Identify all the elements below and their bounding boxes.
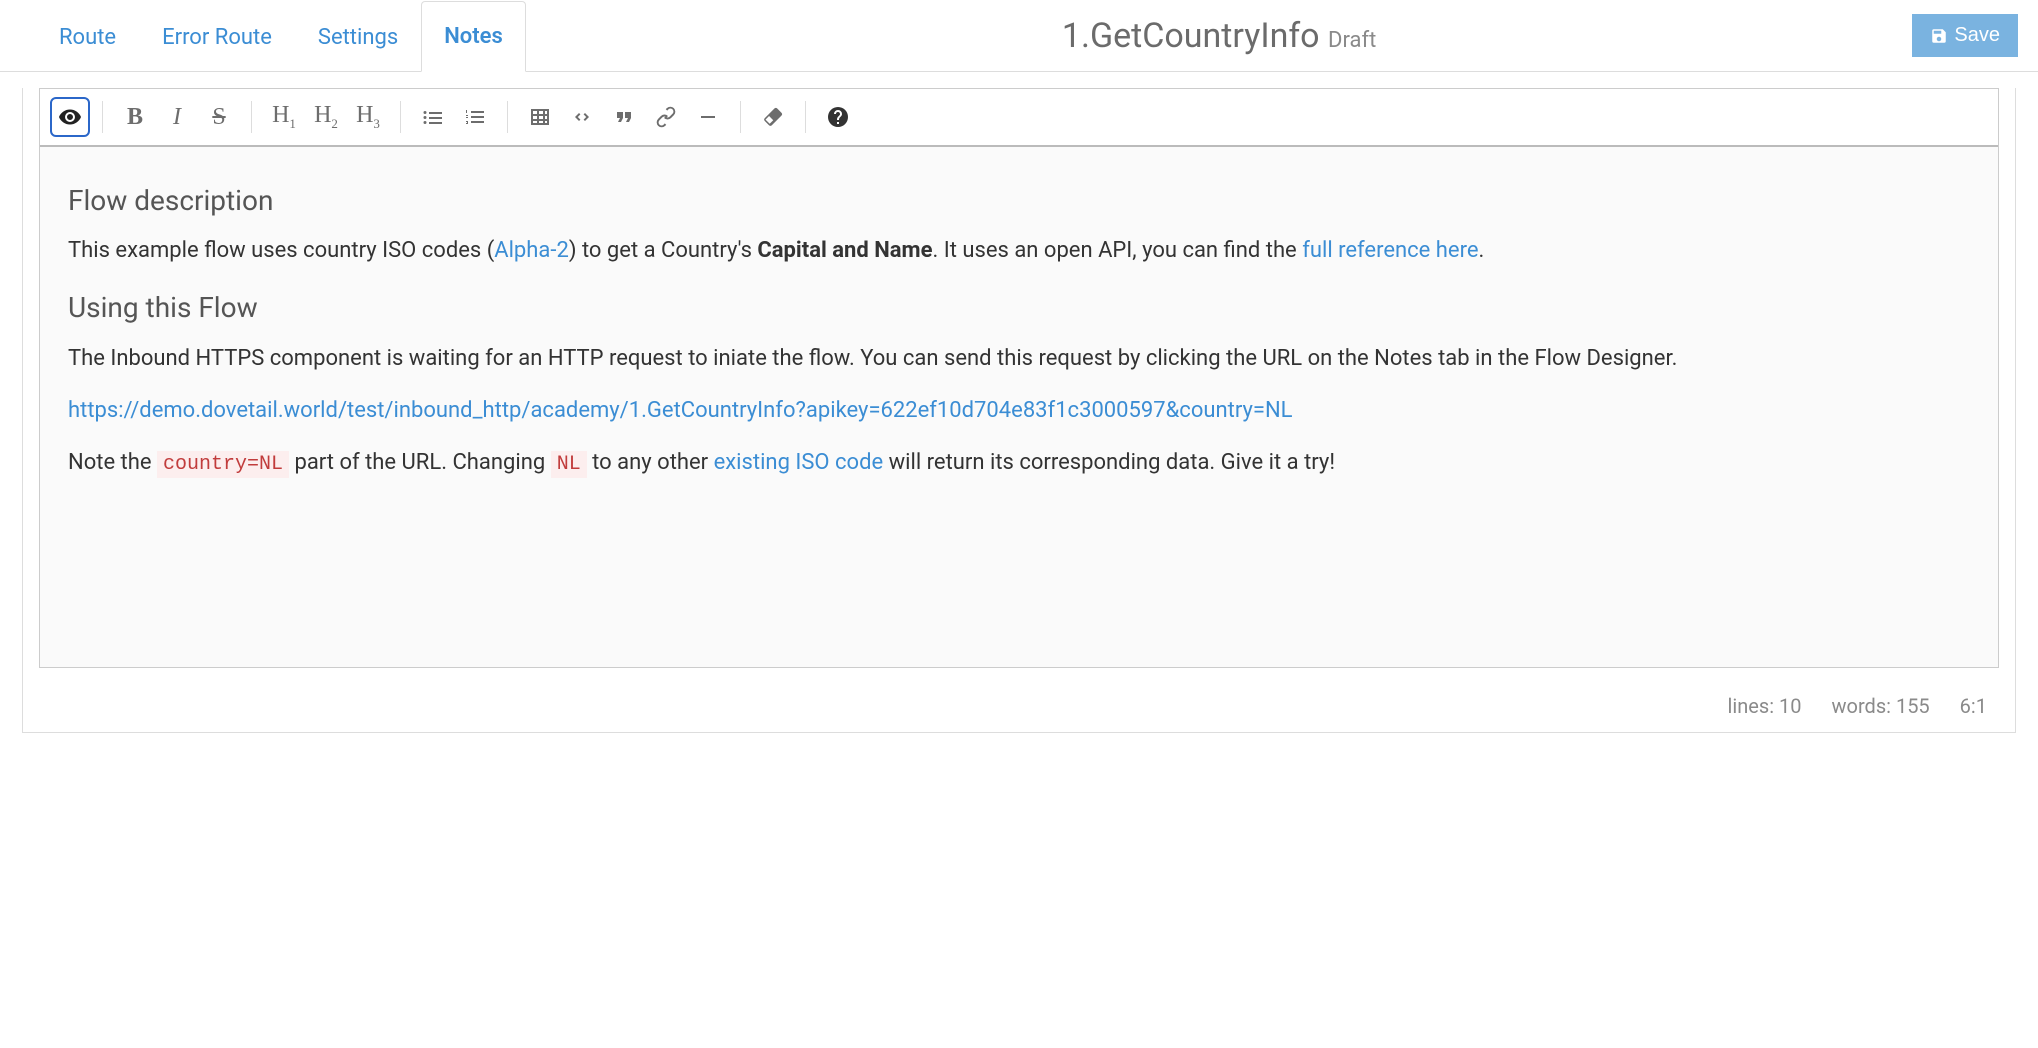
editor-content: Flow description This example flow uses … — [40, 147, 1998, 667]
eye-icon — [58, 105, 82, 129]
code-country-nl: country=NL — [157, 451, 289, 478]
link-full-reference[interactable]: full reference here — [1302, 238, 1478, 263]
bold-capital-name: Capital and Name — [757, 238, 932, 263]
status-words: words: 155 — [1832, 694, 1930, 718]
tab-error-route[interactable]: Error Route — [139, 2, 295, 72]
toolbar-separator — [102, 101, 103, 133]
strikethrough-button[interactable]: S — [199, 97, 239, 137]
main-panel: B I S H1 H2 H3 — [22, 88, 2016, 733]
paragraph-note: Note the country=NL part of the URL. Cha… — [68, 446, 1970, 480]
editor-toolbar: B I S H1 H2 H3 — [40, 89, 1998, 147]
link-demo-url[interactable]: https://demo.dovetail.world/test/inbound… — [68, 398, 1293, 423]
bold-button[interactable]: B — [115, 97, 155, 137]
italic-button[interactable]: I — [157, 97, 197, 137]
save-icon — [1930, 27, 1948, 45]
code-button[interactable] — [562, 97, 602, 137]
quote-button[interactable] — [604, 97, 644, 137]
paragraph-url: https://demo.dovetail.world/test/inbound… — [68, 394, 1970, 428]
eraser-icon — [761, 105, 785, 129]
link-alpha2[interactable]: Alpha-2 — [494, 238, 569, 263]
flow-title: 1.GetCountryInfo — [1062, 16, 1320, 56]
help-button[interactable] — [818, 97, 858, 137]
save-label: Save — [1954, 24, 2000, 47]
ordered-list-icon — [463, 105, 487, 129]
hr-button[interactable] — [688, 97, 728, 137]
tab-settings[interactable]: Settings — [295, 2, 421, 72]
page-title: 1.GetCountryInfo Draft — [526, 16, 1913, 56]
code-nl: NL — [551, 451, 587, 478]
toolbar-separator — [400, 101, 401, 133]
code-icon — [570, 105, 594, 129]
tabs: Route Error Route Settings Notes — [0, 0, 526, 71]
table-icon — [528, 105, 552, 129]
link-iso-code[interactable]: existing ISO code — [714, 450, 884, 475]
h3-button[interactable]: H3 — [348, 97, 388, 137]
flow-status: Draft — [1328, 28, 1376, 53]
link-button[interactable] — [646, 97, 686, 137]
h1-button[interactable]: H1 — [264, 97, 304, 137]
tab-route[interactable]: Route — [36, 2, 139, 72]
status-lines: lines: 10 — [1728, 694, 1802, 718]
toolbar-separator — [805, 101, 806, 133]
help-icon — [826, 105, 850, 129]
save-button[interactable]: Save — [1912, 14, 2018, 57]
h2-button[interactable]: H2 — [306, 97, 346, 137]
preview-button[interactable] — [50, 97, 90, 137]
paragraph-inbound: The Inbound HTTPS component is waiting f… — [68, 342, 1970, 376]
quote-icon — [612, 105, 636, 129]
status-cursor: 6:1 — [1960, 694, 1987, 718]
minus-icon — [696, 105, 720, 129]
toolbar-separator — [740, 101, 741, 133]
ordered-list-button[interactable] — [455, 97, 495, 137]
heading-flow-description: Flow description — [68, 179, 1970, 222]
bullet-list-button[interactable] — [413, 97, 453, 137]
toolbar-separator — [251, 101, 252, 133]
table-button[interactable] — [520, 97, 560, 137]
link-icon — [654, 105, 678, 129]
toolbar-separator — [507, 101, 508, 133]
tab-notes[interactable]: Notes — [421, 1, 526, 72]
paragraph-intro: This example flow uses country ISO codes… — [68, 234, 1970, 268]
status-bar: lines: 10 words: 155 6:1 — [23, 684, 2015, 732]
editor-box: B I S H1 H2 H3 — [39, 88, 1999, 668]
clear-format-button[interactable] — [753, 97, 793, 137]
bullet-list-icon — [421, 105, 445, 129]
top-bar: Route Error Route Settings Notes 1.GetCo… — [0, 0, 2038, 72]
heading-using-flow: Using this Flow — [68, 286, 1970, 329]
